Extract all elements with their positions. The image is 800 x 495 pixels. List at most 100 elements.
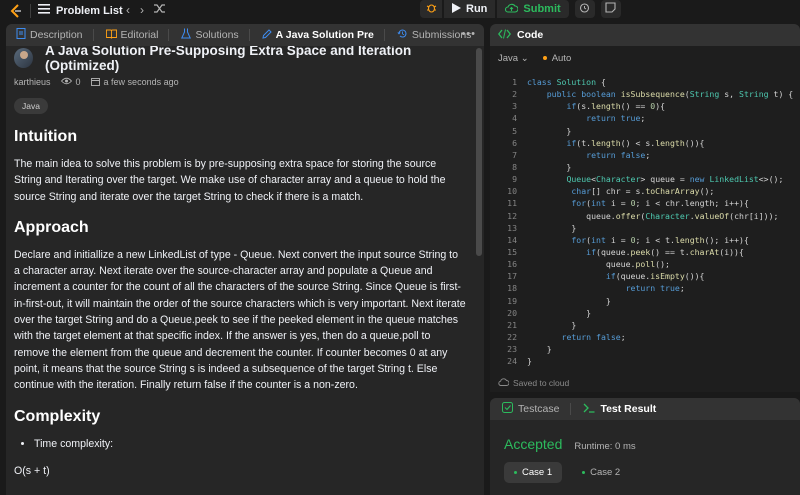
run-label: Run	[466, 3, 488, 15]
description-panel: Description Editorial Solutions A Java S…	[6, 24, 484, 495]
editor-toolbar: Java ⌄ Auto	[490, 46, 800, 70]
tab-solutions[interactable]: Solutions	[175, 24, 255, 46]
code-line: 7 return false;	[512, 149, 651, 160]
tab-editorial[interactable]: Editorial	[100, 24, 176, 46]
avatar[interactable]	[14, 48, 33, 68]
alarm-clock-icon	[579, 0, 590, 18]
code-editor[interactable]: 1 class Solution { 2 public boolean isSub…	[490, 76, 800, 367]
test-panel: Testcase Test Result Accepted Runtime: 0…	[490, 398, 800, 495]
case-2-button[interactable]: Case 2	[572, 462, 630, 483]
tab-test-result[interactable]: Test Result	[577, 403, 662, 416]
note-icon	[605, 0, 616, 18]
solution-article: A Java Solution Pre-Supposing Extra Spac…	[6, 46, 474, 495]
code-line: 10 char[] chr = s.toCharArray();	[507, 186, 715, 197]
leetcode-logo-icon[interactable]	[8, 3, 24, 19]
case-label: Case 2	[590, 467, 621, 478]
tab-separator	[383, 29, 385, 41]
language-tag[interactable]: Java	[14, 98, 48, 114]
cloud-upload-icon	[505, 3, 519, 16]
chevron-right-icon[interactable]: ›	[140, 3, 144, 17]
code-panel-header: Code	[490, 24, 800, 46]
intuition-heading: Intuition	[14, 128, 78, 145]
tab-label: Editorial	[120, 29, 159, 41]
tab-label: Description	[30, 29, 83, 41]
tab-testcase[interactable]: Testcase	[496, 402, 577, 416]
article-title: A Java Solution Pre-Supposing Extra Spac…	[44, 46, 412, 73]
cloud-icon	[498, 378, 510, 388]
problem-list-label: Problem List	[56, 4, 123, 17]
tab-label: Test Result	[600, 403, 657, 415]
complexity-heading: Complexity	[14, 407, 101, 425]
flask-icon	[181, 28, 192, 42]
pass-dot	[582, 471, 586, 474]
verdict-status: Accepted	[504, 436, 563, 452]
more-options-icon[interactable]: •••	[461, 28, 476, 40]
save-status: Saved to cloud	[498, 378, 569, 388]
code-line: 3 if(s.length() == 0){	[512, 101, 666, 112]
complexity-list: Time complexity:	[14, 436, 466, 452]
auto-mode-indicator[interactable]: Auto	[542, 52, 572, 64]
top-nav-bar: Problem List ‹ › Run Submit	[0, 0, 800, 22]
post-time: a few seconds ago	[103, 77, 179, 87]
run-button[interactable]: Run	[444, 0, 496, 18]
approach-text: Declare and initiallize a new LinkedList…	[14, 248, 466, 392]
author-name[interactable]: karthieus	[14, 77, 51, 87]
auto-mode-label: Auto	[551, 52, 572, 64]
status-dot	[542, 56, 547, 60]
play-icon	[452, 2, 461, 16]
code-line: 13 }	[507, 222, 577, 233]
tab-label: Solutions	[195, 29, 239, 41]
chevron-down-icon: ⌄	[520, 52, 529, 64]
code-line: 9 Queue<Character> queue = new LinkedLis…	[512, 174, 784, 185]
left-tab-bar: Description Editorial Solutions A Java S…	[6, 24, 484, 46]
shuffle-icon[interactable]	[154, 3, 165, 17]
code-line: 2 public boolean isSubsequence(String s,…	[512, 89, 794, 100]
code-line: 5 }	[512, 125, 572, 136]
case-selector: Case 1 Case 2	[504, 462, 800, 483]
submit-label: Submit	[523, 3, 561, 15]
verdict-row: Accepted Runtime: 0 ms	[504, 436, 800, 452]
intuition-text: The main idea to solve this problem is b…	[14, 158, 446, 203]
scrollbar-thumb[interactable]	[476, 48, 482, 256]
problem-list-button[interactable]: Problem List	[38, 4, 123, 17]
code-line: 11 for(int i = 0; i < chr.length; i++){	[507, 198, 749, 209]
time-complexity-label: Time complexity:	[34, 436, 466, 452]
submit-button[interactable]: Submit	[497, 0, 569, 18]
tab-separator	[168, 29, 170, 41]
code-panel: Code Java ⌄ Auto 1 class Solution { 2 pub…	[490, 24, 800, 392]
debug-button[interactable]	[420, 0, 442, 18]
language-select[interactable]: Java ⌄	[498, 53, 529, 64]
code-line: 20 }	[507, 307, 592, 318]
tab-solution-article[interactable]: A Java Solution Pre	[256, 24, 391, 46]
code-line: 15 if(queue.peek() == t.charAt(i)){	[507, 246, 744, 257]
tab-separator	[570, 403, 572, 415]
code-line: 12 queue.offer(Character.valueOf(chr[i])…	[507, 210, 779, 221]
case-label: Case 1	[522, 467, 553, 478]
code-line: 17 if(queue.isEmpty()){	[507, 271, 705, 282]
case-1-button[interactable]: Case 1	[504, 462, 563, 483]
saved-label: Saved to cloud	[513, 378, 570, 388]
timer-button[interactable]	[574, 0, 595, 18]
chevron-left-icon[interactable]: ‹	[126, 3, 130, 17]
code-line: 6 if(t.length() < s.length()){	[512, 137, 705, 148]
code-line: 8 }	[512, 161, 572, 172]
tab-separator	[248, 29, 250, 41]
list-icon	[38, 4, 50, 17]
code-line: 4 return true;	[512, 113, 646, 124]
code-line: 19 }	[507, 295, 611, 306]
code-line: 22 return false;	[507, 331, 626, 342]
terminal-icon	[583, 403, 595, 416]
code-line: 18 return true;	[507, 283, 685, 294]
notes-button[interactable]	[600, 0, 621, 18]
approach-heading: Approach	[14, 218, 89, 236]
code-line: 1 class Solution {	[512, 77, 606, 87]
tab-separator	[92, 29, 94, 41]
eye-icon	[60, 77, 72, 87]
document-icon	[16, 28, 26, 42]
bug-icon	[426, 2, 437, 16]
history-icon	[397, 28, 408, 42]
tab-description[interactable]: Description	[10, 24, 100, 46]
pass-dot	[514, 471, 517, 474]
book-icon	[105, 29, 117, 42]
code-line: 16 queue.poll();	[507, 259, 670, 270]
